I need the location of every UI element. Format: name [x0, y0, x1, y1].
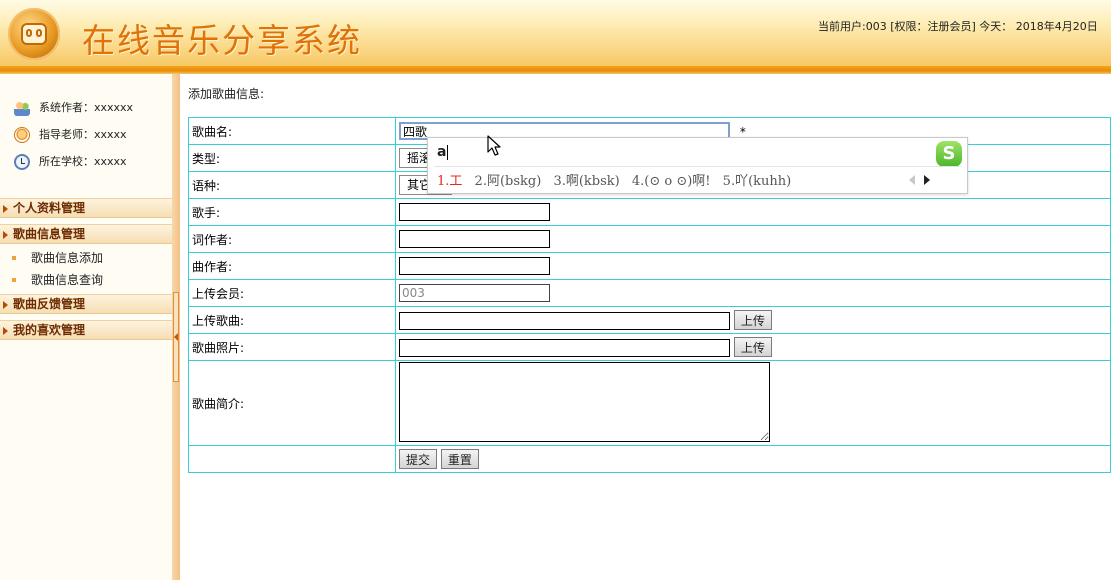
- ime-composition: a: [437, 144, 449, 160]
- type-label: 类型:: [188, 144, 396, 172]
- form-row: 提交 重置: [188, 445, 1111, 473]
- form-row: 上传会员:: [188, 279, 1111, 307]
- language-label: 语种:: [188, 171, 396, 199]
- song-photo-input[interactable]: [399, 338, 730, 357]
- lyricist-input[interactable]: [399, 230, 550, 248]
- sidebar-collapse-toggle[interactable]: [173, 292, 179, 382]
- composer-input[interactable]: [399, 257, 550, 275]
- sogou-logo-icon: S: [936, 141, 962, 167]
- section-title: 添加歌曲信息:: [188, 87, 265, 101]
- menu-feedback[interactable]: 歌曲反馈管理: [0, 294, 172, 314]
- ime-candidate[interactable]: 4.(⊙ o ⊙)啊!: [632, 174, 711, 189]
- song-name-label: 歌曲名:: [188, 117, 396, 145]
- ime-prev-page-icon[interactable]: [909, 175, 915, 185]
- mouse-cursor-icon: [487, 135, 501, 156]
- ime-candidate-list: 1.工 2.阿(bskg) 3.啊(kbsk) 4.(⊙ o ⊙)啊! 5.吖(…: [437, 170, 799, 189]
- form-row: 歌曲简介:: [188, 360, 1111, 446]
- clock-icon: [14, 154, 30, 170]
- app-header: 在线音乐分享系统 当前用户:003 [权限：注册会员] 今天： 2018年4月2…: [0, 0, 1111, 66]
- form-row: 上传歌曲: 上传: [188, 306, 1111, 334]
- singer-input[interactable]: [399, 203, 550, 221]
- teacher-info: 指导老师：xxxxx: [14, 126, 127, 144]
- form-row: 歌曲照片: 上传: [188, 333, 1111, 361]
- upload-photo-button[interactable]: 上传: [733, 337, 772, 357]
- uploader-label: 上传会员:: [188, 279, 396, 307]
- menu-song-info[interactable]: 歌曲信息管理: [0, 224, 172, 244]
- upload-song-label: 上传歌曲:: [188, 306, 396, 334]
- header-divider: [0, 66, 1111, 74]
- ime-candidate[interactable]: 5.吖(kuhh): [723, 174, 792, 189]
- upload-song-button[interactable]: 上传: [733, 310, 772, 330]
- submit-button[interactable]: 提交: [399, 449, 438, 469]
- intro-textarea[interactable]: [399, 361, 770, 442]
- uploader-input[interactable]: [399, 284, 550, 302]
- ime-candidate[interactable]: 3.啊(kbsk): [553, 174, 619, 189]
- form-row: 歌手:: [188, 198, 1111, 226]
- form-row: 曲作者:: [188, 252, 1111, 280]
- ime-candidate[interactable]: 2.阿(bskg): [475, 174, 542, 189]
- form-row: 词作者:: [188, 225, 1111, 253]
- app-title: 在线音乐分享系统: [82, 21, 362, 60]
- author-info: 系统作者：xxxxxx: [14, 99, 133, 117]
- menu-profile[interactable]: 个人资料管理: [0, 198, 172, 218]
- song-photo-label: 歌曲照片:: [188, 333, 396, 361]
- user-info: 当前用户:003 [权限：注册会员] 今天： 2018年4月20日: [818, 20, 1098, 33]
- ime-candidate-window: a S 1.工 2.阿(bskg) 3.啊(kbsk) 4.(⊙ o ⊙)啊! …: [427, 137, 968, 194]
- ime-candidate[interactable]: 1.工: [437, 174, 462, 189]
- teacher-icon: [14, 127, 30, 143]
- singer-label: 歌手:: [188, 198, 396, 226]
- menu-item-song-query[interactable]: 歌曲信息查询: [0, 270, 172, 290]
- app-logo-icon: [8, 8, 60, 60]
- school-info: 所在学校：xxxxx: [14, 153, 127, 171]
- menu-item-song-add[interactable]: 歌曲信息添加: [0, 248, 172, 268]
- intro-label: 歌曲简介:: [188, 360, 396, 446]
- composer-label: 曲作者:: [188, 252, 396, 280]
- lyricist-label: 词作者:: [188, 225, 396, 253]
- menu-favorites[interactable]: 我的喜欢管理: [0, 320, 172, 340]
- reset-button[interactable]: 重置: [440, 449, 479, 469]
- ime-next-page-icon[interactable]: [924, 175, 930, 185]
- upload-song-input[interactable]: [399, 311, 730, 330]
- users-icon: [14, 100, 30, 116]
